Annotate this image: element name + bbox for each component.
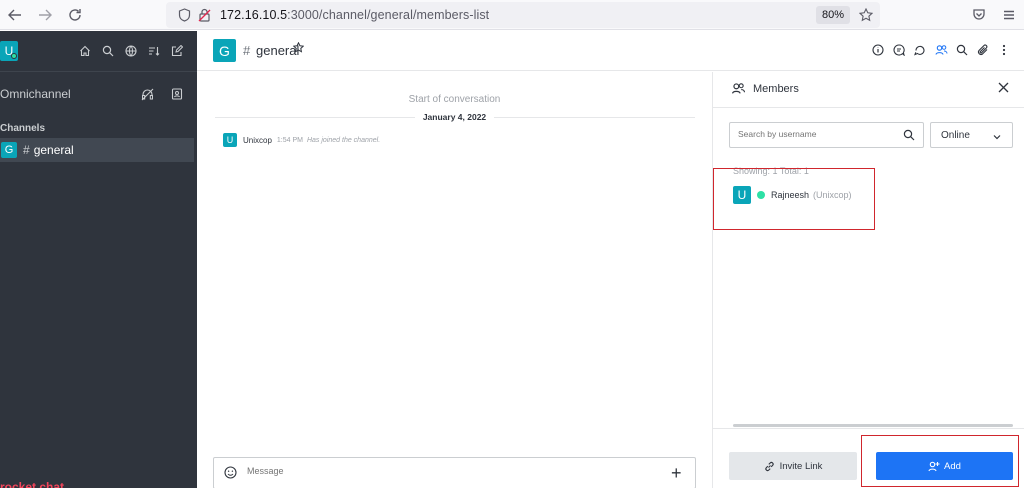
omnichannel-contact-center-button[interactable] xyxy=(169,84,185,104)
info-icon xyxy=(872,44,884,56)
members-footer-divider xyxy=(713,428,1024,429)
user-status-indicator xyxy=(11,53,17,59)
bookmark-star-icon[interactable] xyxy=(856,5,876,25)
create-new-button[interactable] xyxy=(169,41,185,61)
kebab-menu-icon xyxy=(1002,44,1006,56)
sort-button[interactable] xyxy=(146,41,162,61)
pocket-button[interactable] xyxy=(964,0,994,30)
link-icon xyxy=(764,460,776,472)
omnichannel-tools xyxy=(139,84,185,104)
discussions-button[interactable] xyxy=(912,41,928,59)
reload-icon xyxy=(69,8,81,21)
chevron-down-icon xyxy=(992,129,1004,141)
message-time: 1:54 PM xyxy=(276,136,303,144)
sidebar-toolbar xyxy=(77,41,185,61)
message-username[interactable]: Unixcop xyxy=(243,136,272,145)
start-of-conversation: Start of conversation xyxy=(408,94,501,105)
files-button[interactable] xyxy=(975,41,991,59)
status-filter-select[interactable]: Online xyxy=(930,122,1013,148)
omnichannel-availability-button[interactable] xyxy=(139,84,155,104)
room-hash-icon: # xyxy=(243,43,251,58)
headset-off-icon xyxy=(141,88,153,100)
globe-icon xyxy=(125,45,137,57)
message-avatar[interactable]: U xyxy=(223,133,237,147)
invite-link-label: Invite Link xyxy=(779,460,823,472)
invite-link-button[interactable]: Invite Link xyxy=(729,452,857,480)
emoji-icon xyxy=(224,466,237,479)
room-avatar: G xyxy=(213,39,236,62)
threads-button[interactable] xyxy=(891,41,907,59)
browser-toolbar: 172.16.10.5:3000/channel/general/members… xyxy=(0,0,1024,30)
message-input[interactable] xyxy=(247,466,647,476)
members-button[interactable] xyxy=(933,41,949,59)
status-filter-value: Online xyxy=(941,130,970,141)
url-text: 172.16.10.5:3000/channel/general/members… xyxy=(220,8,489,22)
members-search xyxy=(729,122,924,148)
favorite-star-icon[interactable] xyxy=(292,41,307,56)
arrow-right-icon xyxy=(39,9,52,20)
home-button[interactable] xyxy=(77,41,93,61)
threads-icon xyxy=(893,44,905,56)
highlight-box-add xyxy=(861,435,1019,487)
channels-section-title: Channels xyxy=(0,123,46,134)
room-info-button[interactable] xyxy=(870,41,886,59)
arrow-left-icon xyxy=(8,9,21,20)
members-title: Members xyxy=(753,83,799,95)
search-icon xyxy=(102,45,114,57)
sidebar-header: U xyxy=(0,31,197,71)
paperclip-icon xyxy=(977,44,988,56)
insecure-lock-icon[interactable] xyxy=(194,5,214,25)
pocket-icon xyxy=(973,9,985,20)
directory-button[interactable] xyxy=(123,41,139,61)
hamburger-menu-icon xyxy=(1004,10,1014,20)
back-button[interactable] xyxy=(0,0,30,30)
members-panel: Members Online Showing: 1 Total: 1 U Raj… xyxy=(712,72,1024,488)
emoji-button[interactable] xyxy=(224,466,238,480)
search-icon xyxy=(903,128,917,142)
url-host: 172.16.10.5 xyxy=(220,8,288,22)
members-scrollbar[interactable] xyxy=(733,424,1013,427)
discussion-icon xyxy=(914,45,925,56)
sidebar-item-label: general xyxy=(33,143,74,157)
message-text: Has joined the channel. xyxy=(306,136,381,144)
sidebar: U Omnichannel Channels G # general rocke… xyxy=(0,31,197,488)
date-text: January 4, 2022 xyxy=(414,112,495,122)
home-icon xyxy=(80,45,90,57)
plus-icon[interactable]: + xyxy=(671,464,685,482)
highlight-box-member xyxy=(713,168,875,230)
message-composer: + xyxy=(213,457,696,488)
members-header: Members xyxy=(713,72,1024,108)
channel-avatar: G xyxy=(1,142,17,158)
search-messages-button[interactable] xyxy=(954,41,970,59)
url-bar[interactable]: 172.16.10.5:3000/channel/general/members… xyxy=(166,2,880,28)
contact-book-icon xyxy=(171,88,183,100)
search-icon xyxy=(956,44,968,56)
room-header: G # general xyxy=(197,31,1024,71)
members-icon xyxy=(731,82,747,98)
date-divider-label: January 4, 2022 xyxy=(197,112,712,122)
shield-icon[interactable] xyxy=(174,5,194,25)
hash-icon: # xyxy=(23,143,30,157)
pencil-square-icon xyxy=(171,45,183,57)
url-path: :3000/channel/general/members-list xyxy=(287,8,490,22)
zoom-level-badge[interactable]: 80% xyxy=(815,6,850,24)
omnichannel-label: Omnichannel xyxy=(0,87,71,101)
search-button[interactable] xyxy=(100,41,116,61)
reload-button[interactable] xyxy=(60,0,90,30)
message-list: Start of conversation January 4, 2022 U … xyxy=(197,72,712,488)
message-item[interactable]: U Unixcop 1:54 PM Has joined the channel… xyxy=(223,133,380,147)
kebab-menu-button[interactable] xyxy=(996,41,1012,59)
members-icon xyxy=(934,45,947,55)
menu-button[interactable] xyxy=(994,0,1024,30)
sidebar-item-general[interactable]: G # general xyxy=(0,138,194,162)
room-toolbar xyxy=(870,41,1012,59)
close-icon[interactable] xyxy=(994,80,1012,98)
members-search-input[interactable] xyxy=(738,129,898,139)
forward-button[interactable] xyxy=(30,0,60,30)
rocket-chat-logo: rocket.chat xyxy=(0,480,65,488)
sidebar-divider xyxy=(0,71,197,72)
browser-right-tools xyxy=(964,0,1024,30)
sort-icon xyxy=(149,47,160,56)
